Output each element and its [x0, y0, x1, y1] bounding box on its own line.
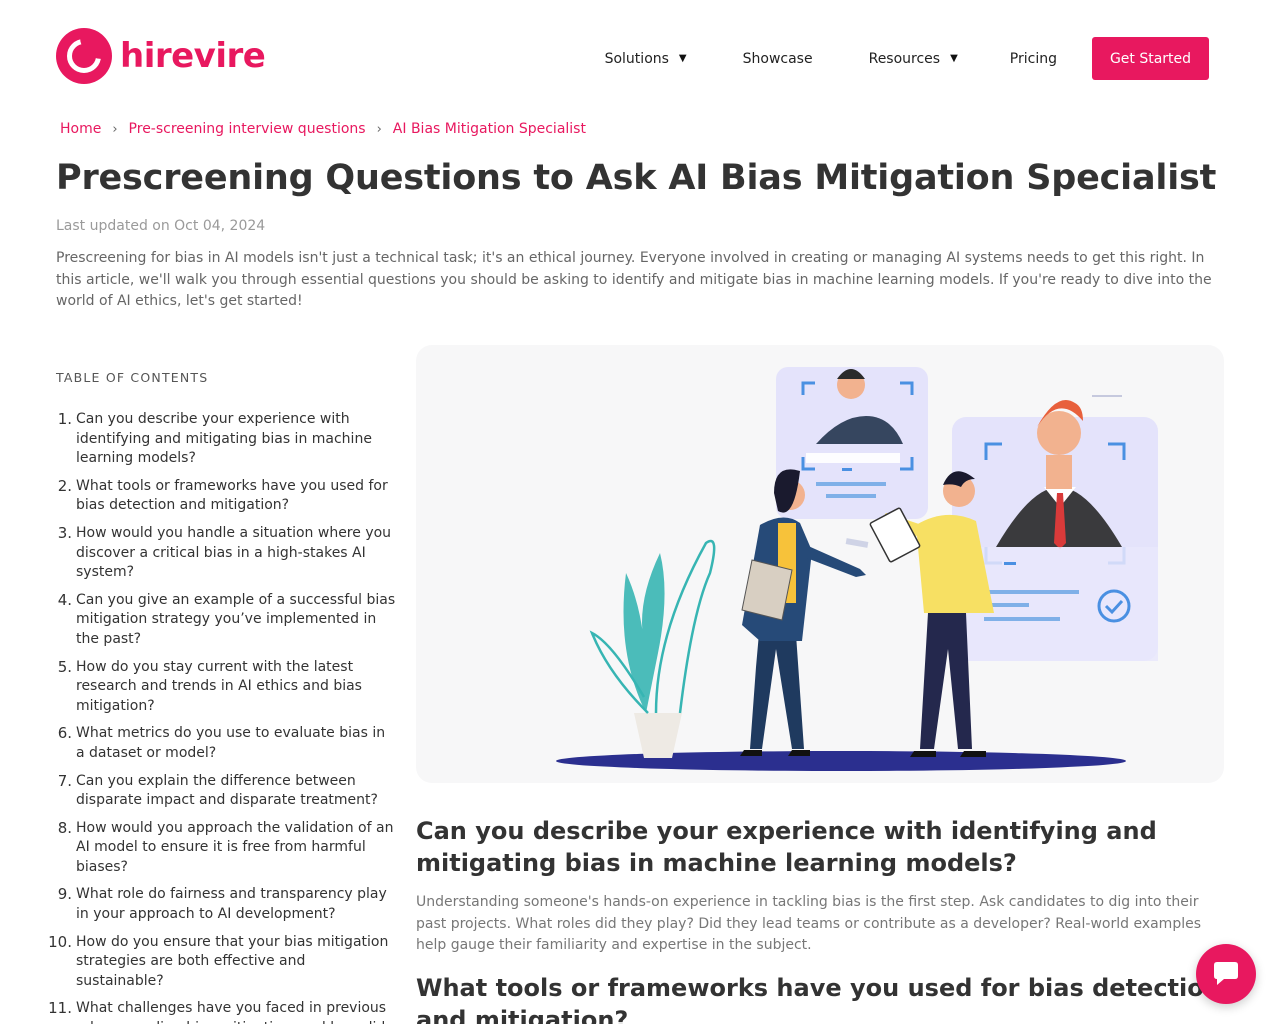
toc-item-number: 1.: [57, 410, 72, 428]
toc-item[interactable]: 5. How do you stay current with the lates…: [56, 658, 396, 717]
interview-illustration: [556, 367, 1158, 771]
table-of-contents: TABLE OF CONTENTS 1. Can you describe you…: [48, 370, 396, 1024]
chevron-right-icon: ›: [112, 121, 118, 137]
toc-item-label: How do you ensure that your bias mitigat…: [76, 933, 389, 989]
toc-item[interactable]: 9. What role do fairness and transparency…: [56, 885, 396, 924]
toc-item[interactable]: 8. How would you approach the validation …: [56, 819, 396, 878]
toc-item-number: 8.: [57, 818, 72, 837]
toc-item[interactable]: 3. How would you handle a situation where…: [56, 524, 396, 583]
toc-item-number: 5.: [57, 657, 72, 676]
toc-item-label: Can you give an example of a successful …: [76, 591, 396, 647]
get-started-button[interactable]: Get Started: [1092, 37, 1209, 80]
toc-heading: TABLE OF CONTENTS: [56, 370, 209, 385]
toc-item-label: Can you describe your experience with id…: [76, 411, 372, 467]
nav-solutions-label: Solutions: [604, 50, 669, 67]
toc-item-number: 2.: [57, 476, 72, 495]
page-title: Prescreening Questions to Ask AI Bias Mi…: [56, 158, 1217, 198]
hirevire-logo[interactable]: hirevire: [56, 28, 266, 84]
toc-item[interactable]: 4. Can you give an example of a successfu…: [56, 591, 396, 650]
toc-item-label: How would you handle a situation where y…: [76, 524, 392, 581]
toc-item-label: What challenges have you faced in previo…: [76, 1000, 387, 1024]
chevron-right-icon: ›: [376, 121, 382, 137]
toc-list: 1. Can you describe your experience with …: [48, 410, 396, 1024]
site-header: hirevire Solutions ▼ Showcase Resources …: [0, 0, 1280, 110]
question-1-heading: Can you describe your experience with id…: [416, 817, 1157, 877]
toc-item-label: What role do fairness and transparency p…: [76, 886, 387, 923]
nav-resources[interactable]: Resources ▼: [869, 51, 958, 67]
toc-item[interactable]: 11. What challenges have you faced in pre…: [48, 999, 396, 1024]
toc-item[interactable]: 7. Can you explain the difference between…: [56, 772, 396, 811]
logo-text: hirevire: [120, 36, 266, 76]
toc-item-label: Can you explain the difference between d…: [76, 772, 378, 809]
nav-resources-label: Resources: [868, 50, 941, 67]
breadcrumb-prescreening[interactable]: Pre-screening interview questions: [129, 121, 366, 137]
toc-item-number: 9.: [57, 885, 72, 904]
logo-icon: [56, 28, 112, 84]
question-1-body: Understanding someone's hands-on experie…: [416, 894, 1202, 953]
question-2-heading: What tools or frameworks have you used f…: [416, 974, 1221, 1024]
toc-item-label: How would you approach the validation of…: [76, 819, 394, 875]
nav-solutions[interactable]: Solutions ▼: [605, 51, 687, 67]
toc-item[interactable]: 2. What tools or frameworks have you used…: [56, 477, 396, 516]
breadcrumb-home[interactable]: Home: [60, 121, 101, 137]
breadcrumb-current[interactable]: AI Bias Mitigation Specialist: [393, 121, 586, 137]
chat-icon: [1214, 962, 1238, 985]
toc-item-number: 6.: [57, 724, 72, 743]
toc-item[interactable]: 10. How do you ensure that your bias miti…: [48, 933, 396, 992]
toc-item-label: How do you stay current with the latest …: [76, 658, 362, 714]
caret-down-icon: ▼: [950, 53, 958, 64]
toc-item-number: 4.: [57, 590, 72, 609]
toc-item-label: What metrics do you use to evaluate bias…: [76, 725, 386, 761]
toc-item[interactable]: 1. Can you describe your experience with …: [56, 410, 396, 469]
main-nav: Solutions ▼ Showcase Resources ▼ Pricing…: [605, 37, 1209, 80]
intro-paragraph: Prescreening for bias in AI models isn't…: [56, 250, 1212, 309]
toc-item[interactable]: 6. What metrics do you use to evaluate bi…: [56, 724, 396, 763]
toc-item-number: 11.: [48, 999, 72, 1018]
nav-showcase[interactable]: Showcase: [743, 51, 813, 67]
nav-pricing[interactable]: Pricing: [1010, 51, 1057, 67]
hero-illustration: [416, 345, 1224, 783]
breadcrumb: Home › Pre-screening interview questions…: [60, 121, 586, 137]
toc-item-number: 10.: [48, 932, 72, 951]
toc-item-label: What tools or frameworks have you used f…: [76, 477, 388, 514]
caret-down-icon: ▼: [678, 53, 687, 64]
toc-item-number: 7.: [57, 771, 72, 790]
last-updated: Last updated on Oct 04, 2024: [56, 218, 266, 234]
toc-item-number: 3.: [57, 523, 72, 542]
chat-button[interactable]: [1196, 944, 1256, 1004]
